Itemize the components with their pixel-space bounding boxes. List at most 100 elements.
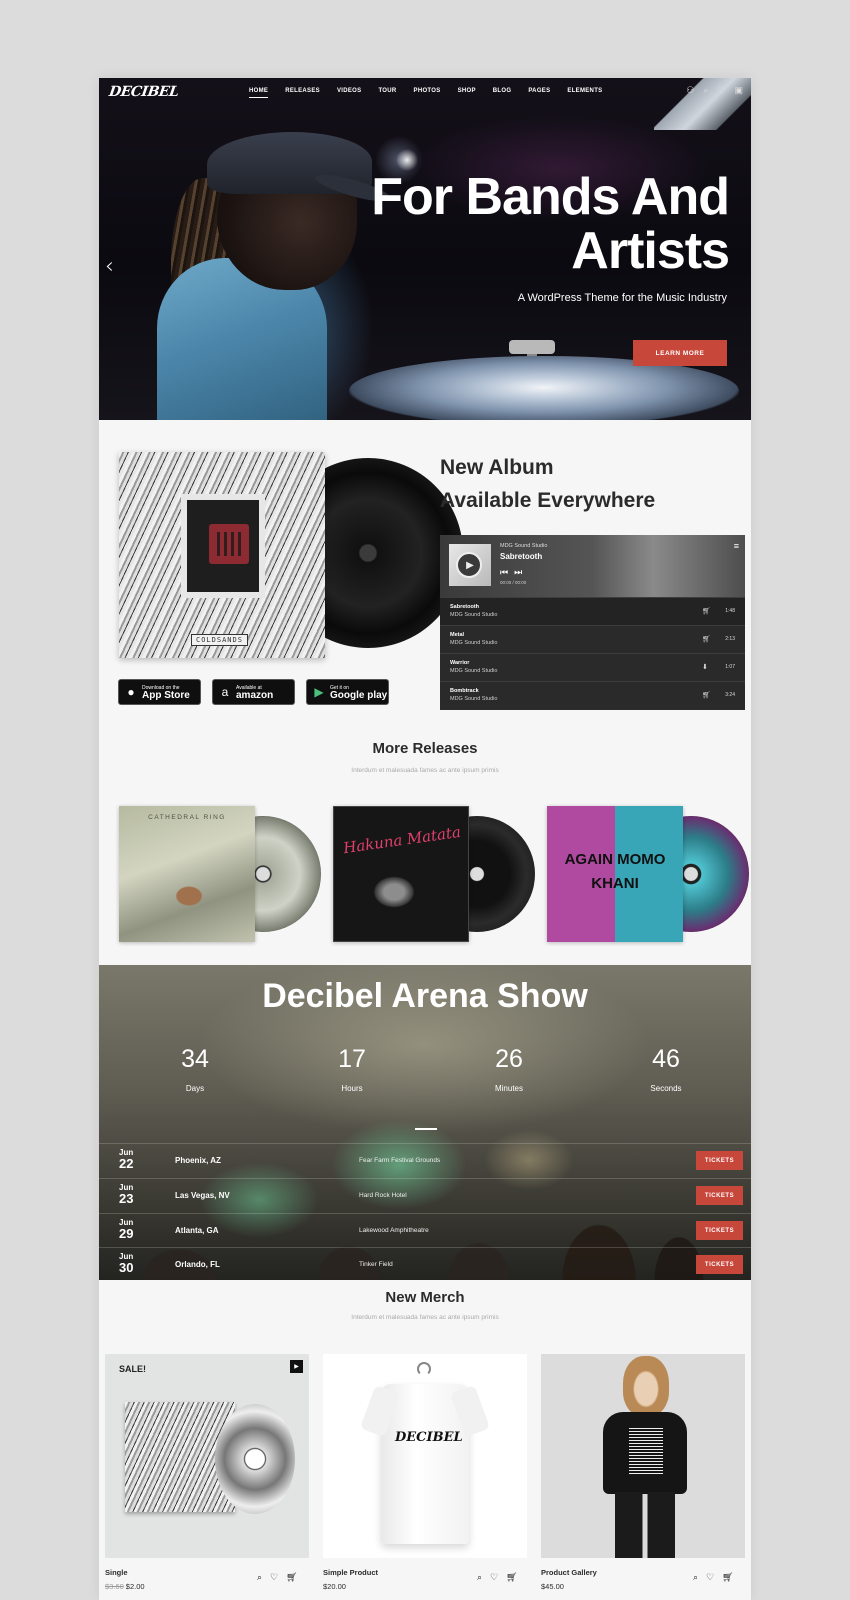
release-card[interactable]: AGAIN MOMO KHANI [547, 806, 749, 946]
search-icon[interactable]: ⌕ [703, 85, 708, 96]
quick-view-icon[interactable]: ⌕ [257, 1572, 262, 1583]
track-duration: 1:07 [725, 664, 735, 670]
apple-icon: ● [127, 685, 135, 699]
releases-subtitle: Interdum et malesuada fames ac ante ipsu… [351, 767, 499, 774]
store-badges: ● Download on the App Store a Available a… [118, 679, 389, 705]
product-name[interactable]: Single [105, 1568, 128, 1577]
nav-pages[interactable]: PAGES [528, 88, 550, 98]
app-store-badge[interactable]: ● Download on the App Store [118, 679, 201, 705]
hero-title: For Bands And Artists [371, 168, 730, 280]
track-title: Warrior [450, 660, 470, 666]
show-day: 23 [119, 1191, 134, 1206]
nav-blog[interactable]: BLOG [493, 88, 512, 98]
tickets-button[interactable]: TICKETS [696, 1151, 743, 1170]
countdown-unit: Days [185, 1084, 205, 1093]
quick-view-icon[interactable]: ⌕ [693, 1572, 698, 1583]
playlist-row[interactable]: Metal MDG Sound Studio 🛒︎ 2:13 [440, 625, 745, 653]
release-title: CATHEDRAL RING [148, 814, 226, 821]
site-logo[interactable]: DECIBEL [108, 84, 180, 100]
show-city: Atlanta, GA [175, 1226, 219, 1235]
countdown-days: 34 Days [145, 1045, 245, 1093]
album-cover-frame [181, 494, 265, 598]
arena-title: Decibel Arena Show [262, 977, 588, 1015]
countdown-unit: Seconds [650, 1084, 682, 1093]
model-hair [623, 1356, 669, 1416]
track-artist: MDG Sound Studio [450, 668, 498, 674]
show-venue: Fear Farm Festival Grounds [359, 1157, 441, 1164]
cart-icon[interactable]: 🛒︎ [702, 691, 711, 699]
wishlist-icon[interactable]: ♡ [490, 1572, 498, 1583]
site-page: DECIBEL HOME RELEASES VIDEOS TOUR PHOTOS… [99, 78, 751, 1600]
release-cover: Hakuna Matata [333, 806, 469, 942]
bag-icon[interactable]: ▣ [734, 85, 743, 96]
nav-elements[interactable]: ELEMENTS [567, 88, 602, 98]
product-price: $20.00 [323, 1582, 346, 1591]
track-artist: MDG Sound Studio [450, 696, 498, 702]
countdown-value: 46 [652, 1045, 680, 1073]
learn-more-button[interactable]: LEARN MORE [633, 340, 727, 366]
tshirt-print: DECIBEL [395, 1430, 463, 1445]
next-track-icon[interactable]: ⏭ [514, 567, 528, 577]
album-cover[interactable]: COLDSANDS [119, 452, 325, 658]
tickets-button[interactable]: TICKETS [696, 1221, 743, 1240]
track-artist: MDG Sound Studio [450, 612, 498, 618]
product-price: $45.00 [541, 1582, 564, 1591]
user-icon[interactable]: ⚇ [686, 85, 694, 96]
product-image-gallery[interactable] [541, 1354, 745, 1558]
cart-icon[interactable]: 🛒︎ [702, 635, 711, 643]
download-icon[interactable]: ⬇ [702, 663, 708, 671]
wishlist-icon[interactable]: ♡ [270, 1572, 278, 1583]
header-icons: ⚇ ⌕ ♡ ▣ [686, 85, 743, 96]
track-duration: 2:13 [725, 636, 735, 642]
nav-shop[interactable]: SHOP [458, 88, 476, 98]
google-play-icon: ▶ [314, 685, 324, 699]
nav-home[interactable]: HOME [249, 88, 269, 98]
show-venue: Hard Rock Hotel [359, 1192, 407, 1199]
cart-icon[interactable]: 🛒︎ [506, 1572, 517, 1583]
model-legs [615, 1492, 675, 1558]
playlist-row[interactable]: Warrior MDG Sound Studio ⬇ 1:07 [440, 653, 745, 681]
playlist-row[interactable]: Bombtrack MDG Sound Studio 🛒︎ 3:24 [440, 681, 745, 709]
amazon-badge[interactable]: a Available at amazon [212, 679, 295, 705]
nav-releases[interactable]: RELEASES [285, 88, 320, 98]
product-image-single[interactable]: SALE! ▶ [105, 1354, 309, 1558]
product-old-price: $3.60 [105, 1582, 124, 1591]
cart-icon[interactable]: 🛒︎ [722, 1572, 733, 1583]
countdown-unit: Hours [341, 1084, 363, 1093]
wishlist-icon[interactable]: ♡ [706, 1572, 714, 1583]
prev-track-icon[interactable]: ⏮ [500, 567, 514, 577]
product-image-simple[interactable]: DECIBEL [323, 1354, 527, 1558]
release-title: AGAIN MOMO KHANI [564, 851, 666, 892]
divider-line [415, 1128, 437, 1130]
nav-videos[interactable]: VIDEOS [337, 88, 361, 98]
cart-icon[interactable]: 🛒︎ [702, 607, 711, 615]
tickets-button[interactable]: TICKETS [696, 1186, 743, 1205]
hero-slider: DECIBEL HOME RELEASES VIDEOS TOUR PHOTOS… [99, 78, 751, 420]
video-play-icon[interactable]: ▶ [290, 1360, 303, 1373]
merch-title: New Merch [385, 1289, 465, 1306]
product-current-price: $2.00 [125, 1582, 145, 1591]
google-play-badge[interactable]: ▶ Get it on Google play [306, 679, 389, 705]
cart-icon[interactable]: 🛒︎ [286, 1572, 297, 1583]
nav-tour[interactable]: TOUR [378, 88, 396, 98]
slider-prev-arrow[interactable]: ‹ [105, 254, 114, 279]
product-current-price: $45.00 [541, 1582, 564, 1591]
playlist-row[interactable]: Sabretooth MDG Sound Studio 🛒︎ 1:48 [440, 597, 745, 625]
release-card[interactable]: Hakuna Matata [333, 806, 535, 946]
show-venue: Tinker Field [359, 1261, 393, 1268]
releases-title: More Releases [372, 740, 478, 757]
quick-view-icon[interactable]: ⌕ [477, 1572, 482, 1583]
tickets-button[interactable]: TICKETS [696, 1255, 743, 1274]
nav-photos[interactable]: PHOTOS [414, 88, 441, 98]
show-city: Orlando, FL [175, 1260, 220, 1269]
release-card[interactable]: CATHEDRAL RING [119, 806, 321, 946]
product-actions: ⌕ ♡ 🛒︎ [477, 1572, 518, 1583]
track-title: Bombtrack [450, 688, 479, 694]
heart-icon[interactable]: ♡ [717, 85, 725, 96]
product-name[interactable]: Simple Product [323, 1568, 378, 1577]
playlist-menu-icon[interactable]: ≡ [734, 541, 739, 551]
tour-date-row: Jun 29 Atlanta, GA Lakewood Amphitheatre… [99, 1213, 751, 1247]
countdown-minutes: 26 Minutes [459, 1045, 559, 1093]
play-button[interactable]: ▶ [456, 552, 482, 578]
product-name[interactable]: Product Gallery [541, 1568, 597, 1577]
